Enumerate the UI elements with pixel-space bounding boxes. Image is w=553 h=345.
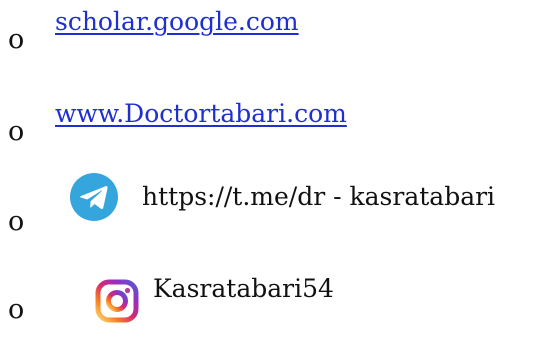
list-item-telegram: o https://t.me/dr - kasratabari [0, 173, 553, 237]
telegram-handle: https://t.me/dr - kasratabari [142, 182, 496, 211]
list-bullet: o [8, 116, 25, 147]
telegram-icon [70, 173, 118, 221]
list-bullet: o [8, 294, 25, 325]
instagram-icon [95, 279, 139, 323]
list-item-scholar: o scholar.google.com [0, 0, 553, 55]
instagram-handle: Kasratabari54 [153, 274, 334, 303]
list-item-website: o www.Doctortabari.com [0, 92, 553, 147]
list-bullet: o [8, 24, 25, 55]
contact-list: o scholar.google.com o www.Doctortabari.… [0, 0, 553, 345]
scholar-link[interactable]: scholar.google.com [55, 7, 299, 37]
website-link[interactable]: www.Doctortabari.com [55, 99, 347, 129]
list-bullet: o [8, 206, 25, 237]
list-item-instagram: o Kasratabari54 [0, 270, 553, 325]
